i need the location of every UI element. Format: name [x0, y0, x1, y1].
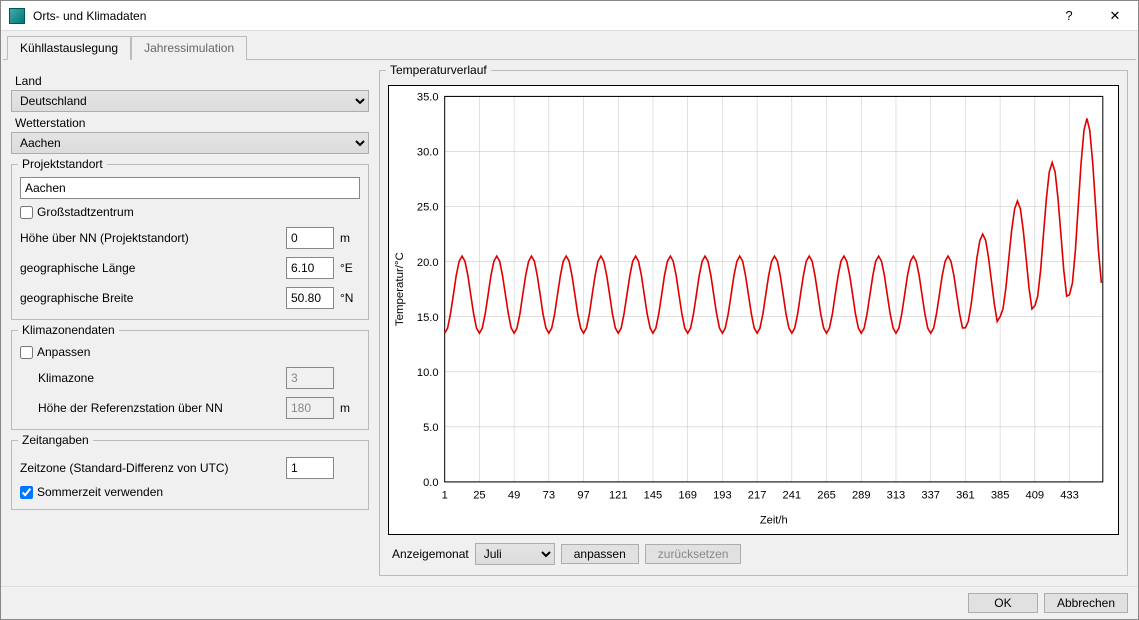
height-unit: m — [334, 231, 360, 245]
tab-annual-simulation[interactable]: Jahressimulation — [131, 36, 247, 60]
svg-text:169: 169 — [678, 489, 697, 501]
svg-text:73: 73 — [543, 489, 555, 501]
tab-strip: Kühllastauslegung Jahressimulation — [1, 35, 1138, 59]
refstation-height-input — [286, 397, 334, 419]
svg-text:15.0: 15.0 — [417, 312, 439, 324]
time-title: Zeitangaben — [18, 433, 93, 447]
svg-text:433: 433 — [1060, 489, 1079, 501]
weatherstation-label: Wetterstation — [15, 116, 369, 130]
svg-text:25: 25 — [473, 489, 485, 501]
svg-text:25.0: 25.0 — [417, 202, 439, 214]
svg-text:10.0: 10.0 — [417, 367, 439, 379]
chart-adjust-button[interactable]: anpassen — [561, 544, 639, 564]
svg-text:Zeit/h: Zeit/h — [760, 514, 788, 526]
time-group: Zeitangaben Zeitzone (Standard-Differenz… — [11, 440, 369, 510]
svg-text:337: 337 — [921, 489, 940, 501]
ok-button[interactable]: OK — [968, 593, 1038, 613]
tab-cooling-design[interactable]: Kühllastauslegung — [7, 36, 131, 60]
svg-text:20.0: 20.0 — [417, 257, 439, 269]
svg-text:409: 409 — [1026, 489, 1045, 501]
land-label: Land — [15, 74, 369, 88]
svg-text:193: 193 — [713, 489, 732, 501]
chart-reset-button: zurücksetzen — [645, 544, 742, 564]
svg-text:385: 385 — [991, 489, 1010, 501]
svg-text:0.0: 0.0 — [423, 477, 438, 489]
svg-text:97: 97 — [577, 489, 589, 501]
refstation-height-unit: m — [334, 401, 360, 415]
cancel-button[interactable]: Abbrechen — [1044, 593, 1128, 613]
longitude-input[interactable] — [286, 257, 334, 279]
svg-text:35.0: 35.0 — [417, 91, 439, 103]
longitude-unit: °E — [334, 261, 360, 275]
svg-text:30.0: 30.0 — [417, 147, 439, 159]
temperature-curve-group: Temperaturverlauf 0.05.010.015.020.025.0… — [379, 70, 1128, 576]
window-title: Orts- und Klimadaten — [33, 9, 1046, 23]
height-label: Höhe über NN (Projektstandort) — [20, 231, 286, 245]
climatezone-group: Klimazonendaten Anpassen Klimazone Höhe … — [11, 330, 369, 430]
climate-adjust-checkbox[interactable] — [20, 346, 33, 359]
project-location-title: Projektstandort — [18, 157, 107, 171]
svg-text:241: 241 — [783, 489, 802, 501]
svg-text:265: 265 — [817, 489, 836, 501]
timezone-input[interactable] — [286, 457, 334, 479]
refstation-height-label: Höhe der Referenzstation über NN — [38, 401, 286, 415]
svg-text:5.0: 5.0 — [423, 422, 438, 434]
height-input[interactable] — [286, 227, 334, 249]
svg-text:289: 289 — [852, 489, 871, 501]
bigcity-label: Großstadtzentrum — [37, 205, 134, 219]
latitude-input[interactable] — [286, 287, 334, 309]
bigcity-checkbox[interactable] — [20, 206, 33, 219]
close-button[interactable]: ✕ — [1092, 1, 1138, 31]
latitude-label: geographische Breite — [20, 291, 286, 305]
temperature-curve-title: Temperaturverlauf — [386, 63, 491, 77]
titlebar: Orts- und Klimadaten ? ✕ — [1, 1, 1138, 31]
dst-label: Sommerzeit verwenden — [37, 485, 163, 499]
display-month-select[interactable]: Juli — [475, 543, 555, 565]
svg-text:313: 313 — [887, 489, 906, 501]
weatherstation-select[interactable]: Aachen — [11, 132, 369, 154]
latitude-unit: °N — [334, 291, 360, 305]
project-location-group: Projektstandort Großstadtzentrum Höhe üb… — [11, 164, 369, 320]
svg-text:361: 361 — [956, 489, 975, 501]
dst-checkbox[interactable] — [20, 486, 33, 499]
land-select[interactable]: Deutschland — [11, 90, 369, 112]
svg-text:121: 121 — [609, 489, 628, 501]
climatezone-title: Klimazonendaten — [18, 323, 119, 337]
timezone-label: Zeitzone (Standard-Differenz von UTC) — [20, 461, 286, 475]
app-icon — [9, 8, 25, 24]
project-name-input[interactable] — [20, 177, 360, 199]
temperature-chart: 0.0 5.0 10.0 15.0 20.0 25.0 30.0 35.0 1 25 49 73 97 1… — [388, 85, 1119, 535]
climate-adjust-label: Anpassen — [37, 345, 90, 359]
help-button[interactable]: ? — [1046, 1, 1092, 31]
svg-text:Temperatur/°C: Temperatur/°C — [394, 252, 406, 326]
climatezone-input — [286, 367, 334, 389]
longitude-label: geographische Länge — [20, 261, 286, 275]
display-month-label: Anzeigemonat — [392, 547, 469, 561]
svg-text:49: 49 — [508, 489, 520, 501]
svg-text:217: 217 — [748, 489, 767, 501]
svg-text:1: 1 — [442, 489, 448, 501]
climatezone-label: Klimazone — [38, 371, 286, 385]
svg-text:145: 145 — [644, 489, 663, 501]
